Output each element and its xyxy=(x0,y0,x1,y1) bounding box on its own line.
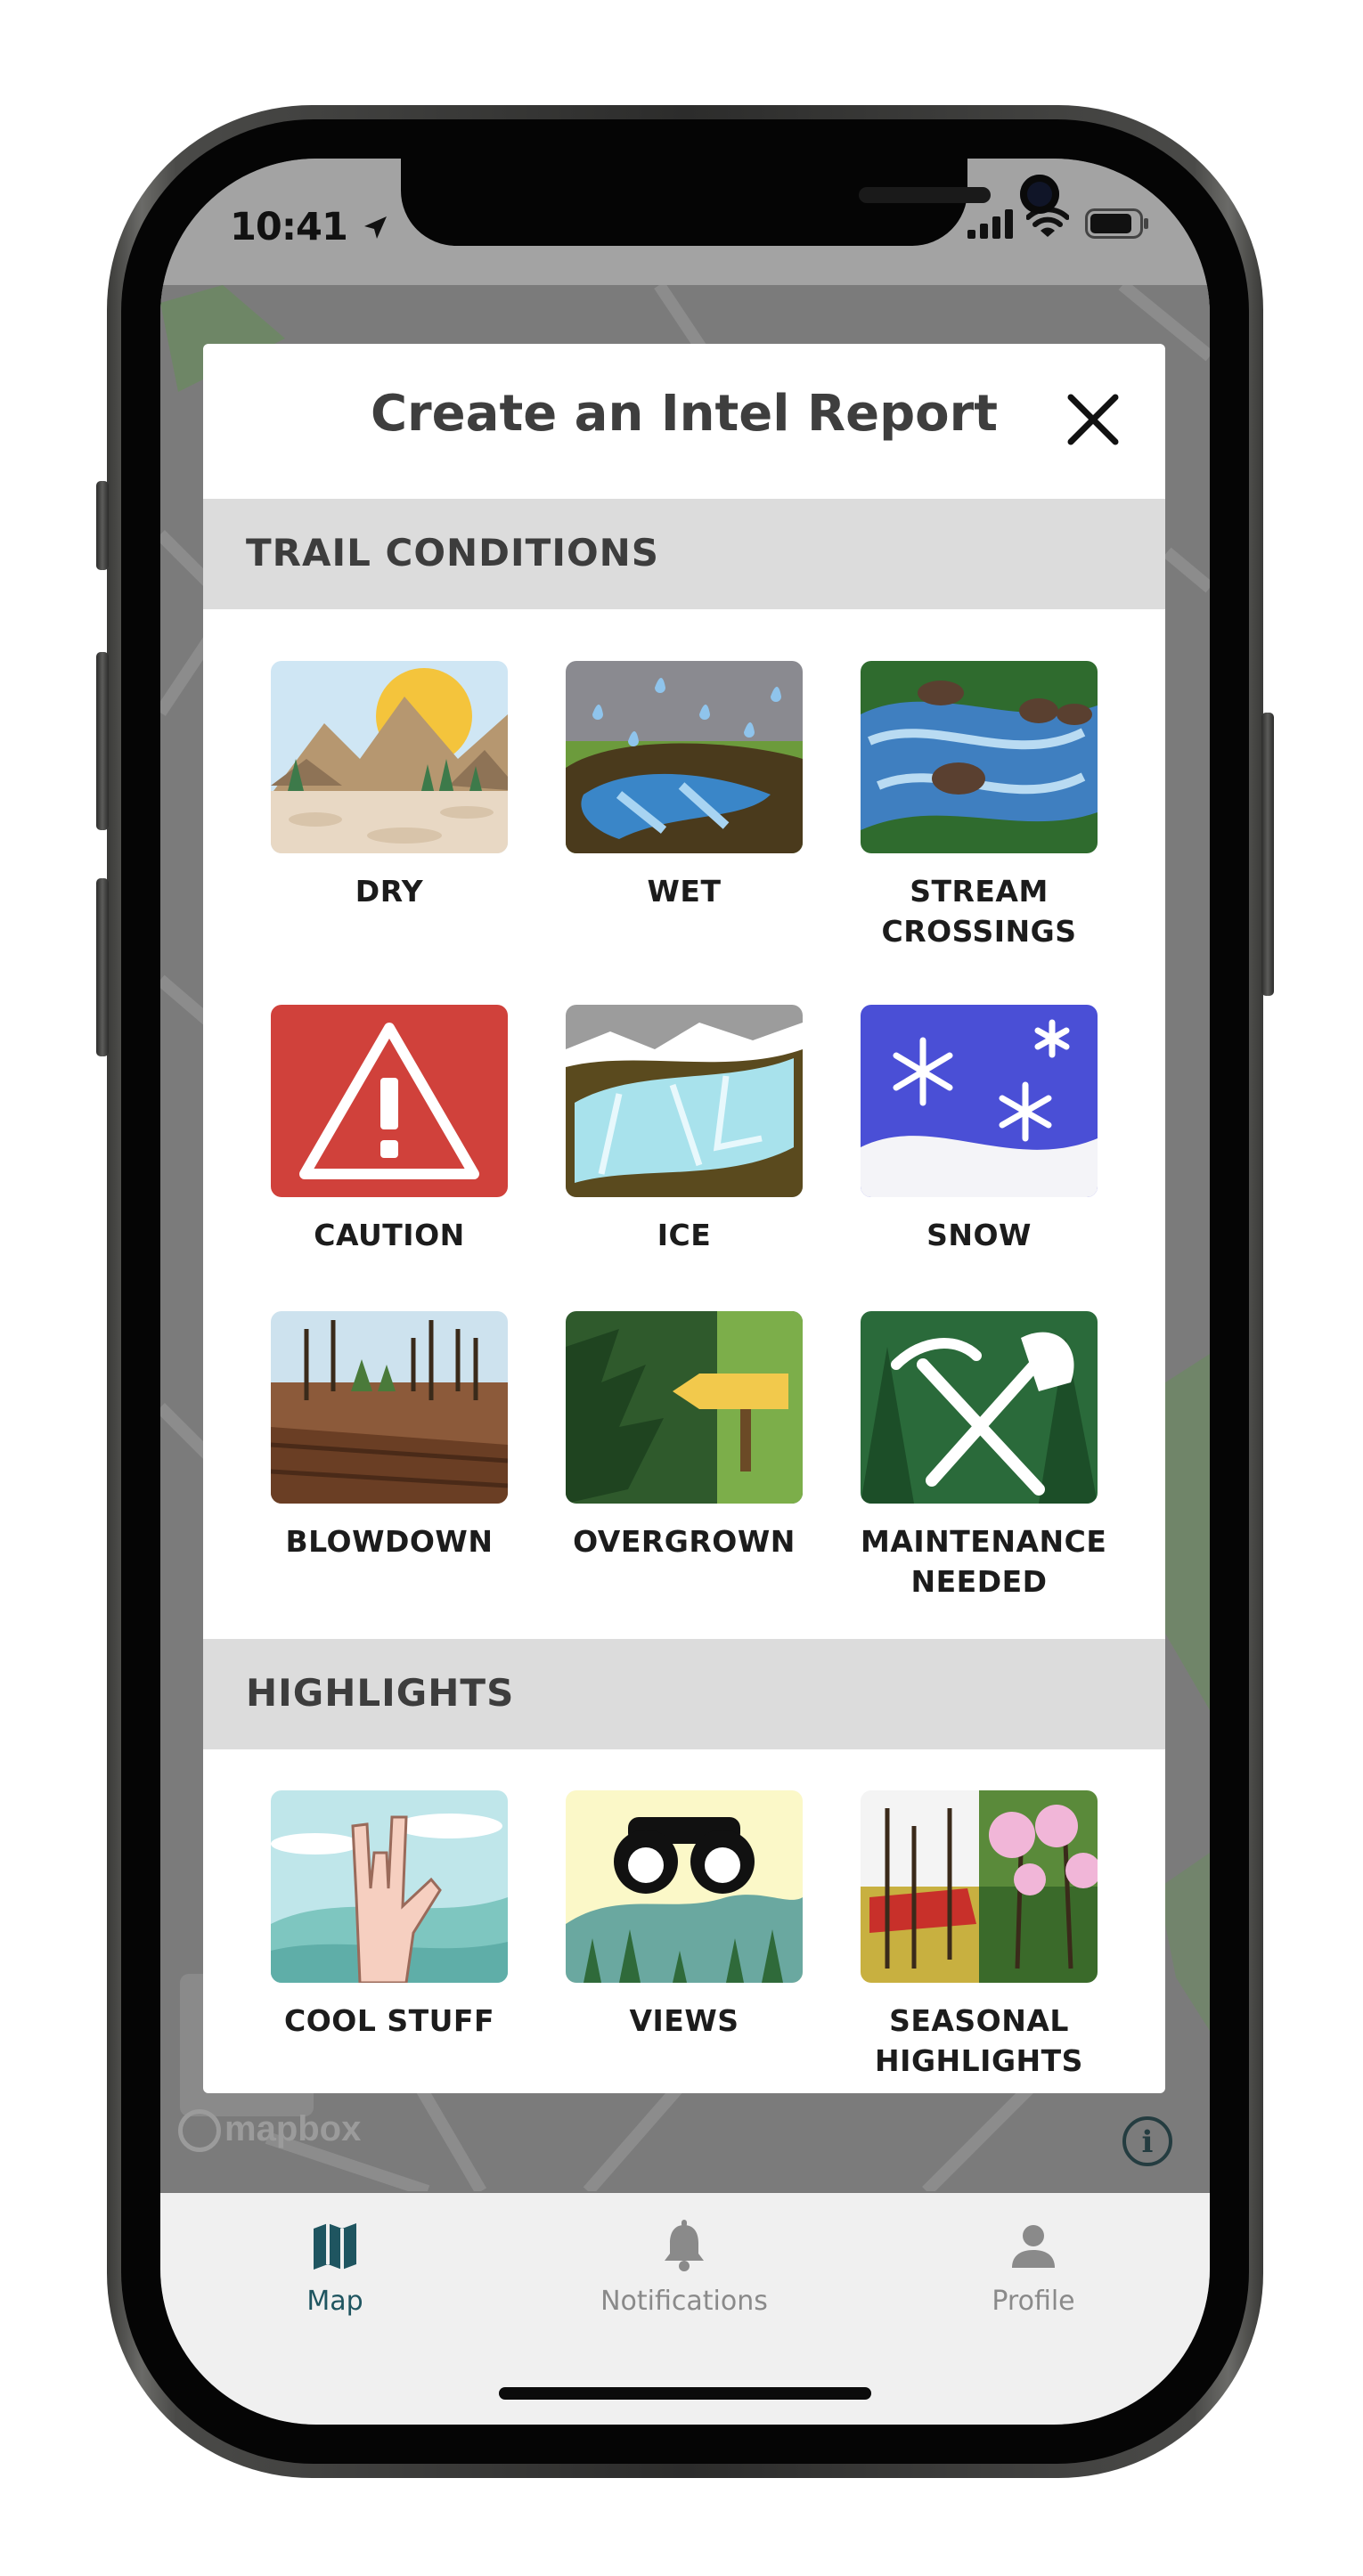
tile-label: OVERGROWN xyxy=(573,1524,796,1559)
map-icon xyxy=(314,2223,356,2270)
tile-label: MAINTENANCE NEEDED xyxy=(861,1524,1107,1599)
modal-title: Create an Intel Report xyxy=(370,385,999,443)
tile-label: WET xyxy=(647,874,722,909)
volume-down-button xyxy=(96,878,109,1056)
battery-icon xyxy=(1085,208,1148,239)
tile-label: BLOWDOWN xyxy=(285,1524,494,1559)
section-header-trail-conditions: TRAIL CONDITIONS xyxy=(203,499,1165,609)
dry-icon xyxy=(271,661,508,853)
home-indicator xyxy=(499,2387,871,2400)
stream-crossing-icon xyxy=(861,661,1098,853)
tile-dry[interactable]: DRY xyxy=(271,661,508,911)
power-button xyxy=(1261,713,1274,996)
overgrown-icon xyxy=(566,1311,803,1504)
front-camera xyxy=(1020,175,1059,214)
tile-wet[interactable]: WET xyxy=(566,661,803,911)
earpiece-speaker xyxy=(859,187,991,203)
tab-label: Profile xyxy=(992,2286,1075,2317)
section-title: TRAIL CONDITIONS xyxy=(246,531,660,575)
cellular-signal-icon xyxy=(967,209,1013,239)
intel-report-modal: Create an Intel Report TRAIL CONDITIONS xyxy=(203,344,1165,2093)
blowdown-icon xyxy=(271,1311,508,1504)
cool-stuff-icon xyxy=(271,1790,508,1983)
section-header-highlights: HIGHLIGHTS xyxy=(203,1639,1165,1749)
tab-map[interactable]: Map xyxy=(160,2193,510,2327)
tile-label: SEASONAL HIGHLIGHTS xyxy=(875,2003,1083,2078)
tile-stream-crossings[interactable]: STREAM CROSSINGS xyxy=(861,661,1098,951)
tile-label: STREAM CROSSINGS xyxy=(881,874,1077,949)
status-time: 10:41 xyxy=(230,205,388,249)
tile-ice[interactable]: ICE xyxy=(566,1005,803,1255)
tile-views[interactable]: VIEWS xyxy=(566,1790,803,2041)
views-icon xyxy=(566,1790,803,1983)
tile-label: DRY xyxy=(355,874,424,909)
tab-label: Notifications xyxy=(600,2286,768,2317)
maintenance-icon xyxy=(861,1311,1098,1504)
tile-label: CAUTION xyxy=(314,1218,465,1252)
status-bar: 10:41 xyxy=(160,159,1210,285)
tile-snow[interactable]: SNOW xyxy=(861,1005,1098,1255)
seasonal-highlights-icon xyxy=(861,1790,1098,1983)
screen: 10:41 mapbox i Create an Intel Report TR… xyxy=(160,159,1210,2425)
silent-switch xyxy=(96,481,109,570)
mapbox-mark-icon xyxy=(178,2109,221,2153)
caution-icon xyxy=(271,1005,508,1197)
tile-label: COOL STUFF xyxy=(284,2003,494,2038)
person-icon xyxy=(1012,2225,1055,2268)
tile-caution[interactable]: CAUTION xyxy=(271,1005,508,1255)
tile-blowdown[interactable]: BLOWDOWN xyxy=(271,1311,508,1561)
tile-seasonal-highlights[interactable]: SEASONAL HIGHLIGHTS xyxy=(861,1790,1098,2081)
close-button[interactable] xyxy=(1064,390,1122,449)
tile-label: ICE xyxy=(657,1218,712,1252)
map-info-button[interactable]: i xyxy=(1122,2116,1172,2166)
mapbox-logo[interactable]: mapbox xyxy=(178,2109,361,2153)
location-arrow-icon xyxy=(363,216,387,239)
bell-icon xyxy=(665,2220,704,2271)
tile-overgrown[interactable]: OVERGROWN xyxy=(566,1311,803,1561)
section-title: HIGHLIGHTS xyxy=(246,1671,515,1715)
tile-label: SNOW xyxy=(926,1218,1032,1252)
snow-icon xyxy=(861,1005,1098,1197)
tab-label: Map xyxy=(306,2286,363,2317)
tab-notifications[interactable]: Notifications xyxy=(510,2193,859,2327)
tile-cool-stuff[interactable]: COOL STUFF xyxy=(271,1790,508,2041)
wet-icon xyxy=(566,661,803,853)
volume-up-button xyxy=(96,652,109,830)
ice-icon xyxy=(566,1005,803,1197)
tile-maintenance-needed[interactable]: MAINTENANCE NEEDED xyxy=(861,1311,1107,1602)
tile-label: VIEWS xyxy=(629,2003,739,2038)
notch xyxy=(401,159,1059,246)
tab-profile[interactable]: Profile xyxy=(859,2193,1208,2327)
